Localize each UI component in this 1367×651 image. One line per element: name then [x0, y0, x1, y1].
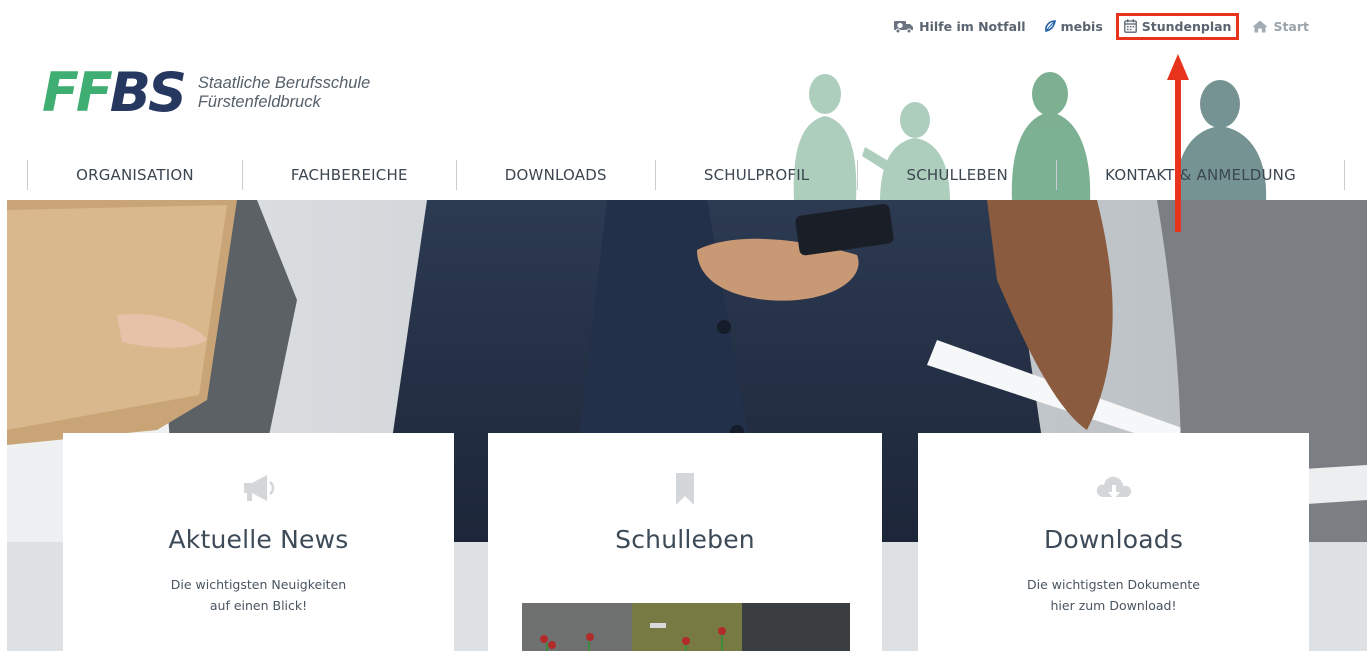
- nav-item-schulleben[interactable]: SCHULLEBEN: [857, 160, 1056, 190]
- topbar-link-stundenplan[interactable]: Stundenplan: [1115, 12, 1240, 40]
- topbar-label-hilfe: Hilfe im Notfall: [919, 18, 1026, 34]
- topbar-link-hilfe-im-notfall[interactable]: Hilfe im Notfall: [894, 18, 1026, 34]
- logo-mark-green: FF: [42, 61, 113, 124]
- main-navigation: ORGANISATION FACHBEREICHE DOWNLOADS SCHU…: [27, 160, 1346, 190]
- card-desc-news-line2: auf einen Blick!: [209, 598, 308, 613]
- nav-item-fachbereiche[interactable]: FACHBEREICHE: [241, 160, 456, 190]
- top-utility-bar: Hilfe im Notfall mebis Stundenplan Start: [894, 12, 1309, 40]
- calendar-icon: [1123, 19, 1137, 33]
- card-title-downloads: Downloads: [1043, 525, 1184, 554]
- card-aktuelle-news[interactable]: Aktuelle News Die wichtigsten Neuigkeite…: [63, 433, 454, 651]
- card-title-news: Aktuelle News: [168, 525, 349, 554]
- topbar-link-mebis[interactable]: mebis: [1044, 19, 1103, 34]
- megaphone-icon: [243, 475, 274, 501]
- card-desc-downloads: Die wichtigsten Dokumente hier zum Downl…: [918, 574, 1309, 616]
- nav-item-schulprofil[interactable]: SCHULPROFIL: [654, 160, 858, 190]
- card-desc-news: Die wichtigsten Neuigkeiten auf einen Bl…: [63, 574, 454, 616]
- topbar-label-stundenplan: Stundenplan: [1141, 18, 1232, 34]
- topbar-label-start: Start: [1273, 18, 1309, 34]
- card-desc-news-line1: Die wichtigsten Neuigkeiten: [170, 577, 347, 592]
- mebis-logo-icon: [1044, 20, 1056, 32]
- logo-mark-blue: BS: [109, 61, 187, 124]
- card-downloads[interactable]: Downloads Die wichtigsten Dokumente hier…: [918, 433, 1309, 651]
- schulleben-preview-photo[interactable]: [522, 603, 850, 651]
- annotation-arrow-icon: [1167, 54, 1189, 232]
- nav-item-kontakt-anmeldung[interactable]: KONTAKT & ANMELDUNG: [1056, 160, 1346, 190]
- logo-text-line2: Fürstenfeldbruck: [197, 93, 321, 111]
- home-icon: [1252, 20, 1268, 32]
- cloud-download-icon: [1096, 476, 1131, 499]
- school-logo[interactable]: FFBS Staatliche Berufsschule Fürstenfeld…: [42, 66, 370, 120]
- topbar-link-start[interactable]: Start: [1252, 19, 1309, 34]
- card-title-schulleben: Schulleben: [615, 525, 755, 554]
- logo-text-line1: Staatliche Berufsschule: [197, 74, 371, 92]
- nav-item-organisation[interactable]: ORGANISATION: [27, 160, 242, 190]
- nav-item-downloads[interactable]: DOWNLOADS: [455, 160, 655, 190]
- card-desc-downloads-line2: hier zum Download!: [1050, 598, 1177, 613]
- logo-mark: FFBS: [42, 66, 187, 120]
- card-schulleben[interactable]: Schulleben: [488, 433, 882, 651]
- logo-text: Staatliche Berufsschule Fürstenfeldbruck: [198, 74, 370, 112]
- ambulance-icon: [894, 21, 914, 33]
- card-desc-downloads-line1: Die wichtigsten Dokumente: [1027, 577, 1200, 592]
- bookmark-icon: [676, 473, 694, 505]
- topbar-label-mebis: mebis: [1060, 18, 1103, 34]
